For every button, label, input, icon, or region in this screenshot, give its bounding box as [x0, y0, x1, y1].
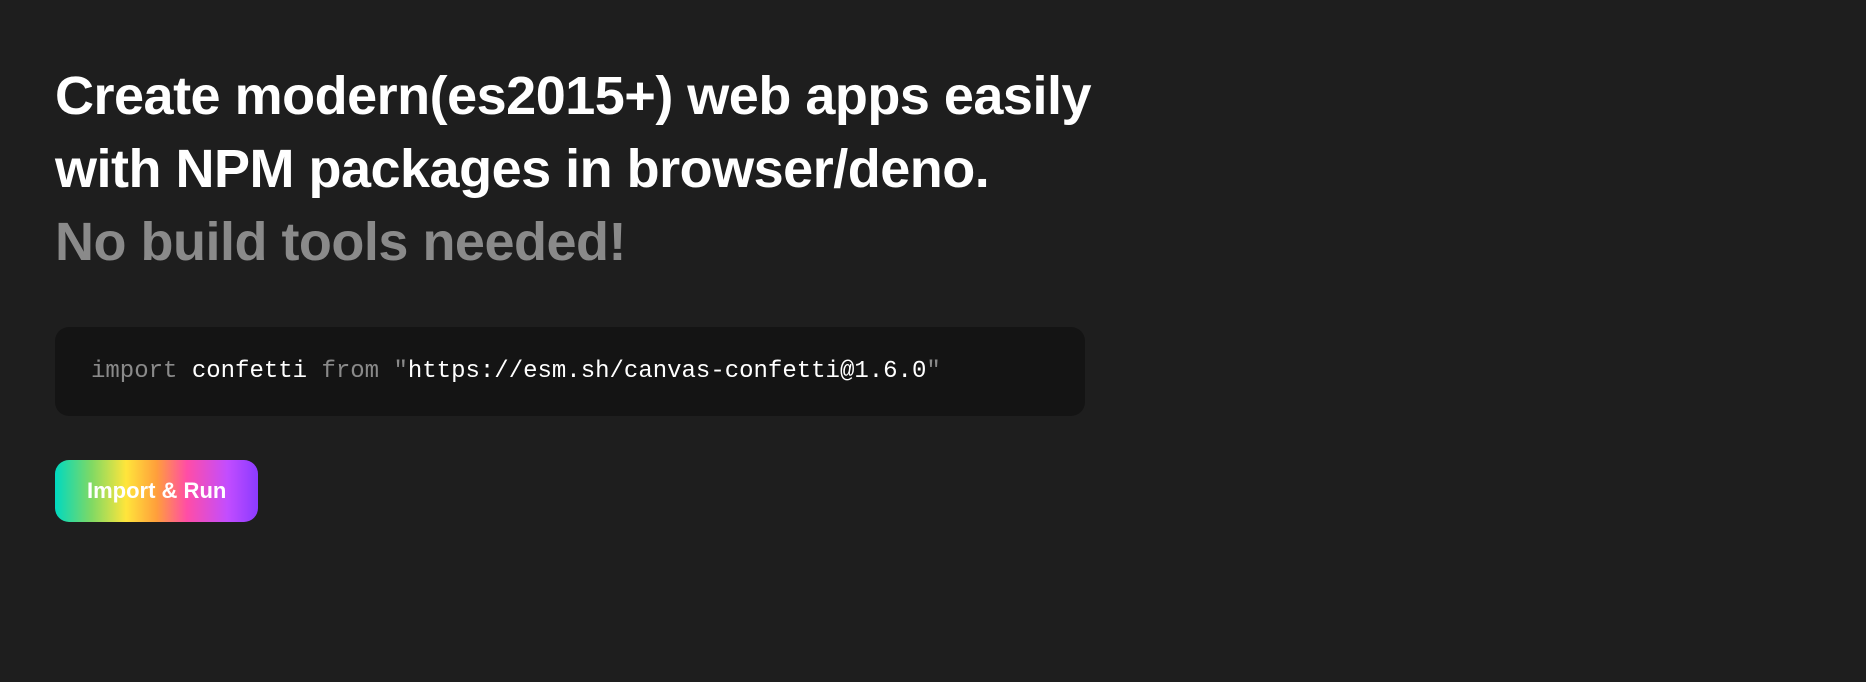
- hero-heading: Create modern(es2015+) web apps easily w…: [55, 60, 1811, 279]
- code-keyword-from: from: [321, 358, 379, 385]
- heading-line-2: with NPM packages in browser/deno.: [55, 133, 1811, 206]
- code-keyword-import: import: [91, 358, 177, 385]
- code-identifier: confetti: [192, 358, 307, 385]
- heading-subtext: No build tools needed!: [55, 206, 1811, 279]
- code-quote-open: ": [393, 358, 407, 385]
- import-run-button[interactable]: Import & Run: [55, 460, 258, 522]
- code-snippet: import confetti from "https://esm.sh/can…: [55, 327, 1085, 417]
- code-quote-close: ": [926, 358, 940, 385]
- heading-line-1: Create modern(es2015+) web apps easily: [55, 60, 1811, 133]
- code-url: https://esm.sh/canvas-confetti@1.6.0: [408, 358, 926, 385]
